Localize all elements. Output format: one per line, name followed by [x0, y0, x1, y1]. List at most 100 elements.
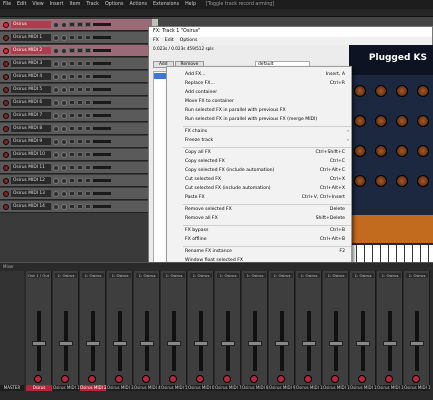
mixer-strip[interactable]: 1: Osirus Osirus MIDI 4: [134, 271, 160, 391]
pan-knob[interactable]: [61, 47, 67, 54]
solo-button[interactable]: [85, 87, 91, 92]
solo-button[interactable]: [85, 113, 91, 118]
track-row[interactable]: Osirus MIDI 11: [0, 162, 152, 174]
context-menu-item[interactable]: Cut selected FX (include automation) Ctrl…: [167, 185, 353, 193]
record-arm-button[interactable]: [223, 375, 231, 383]
strip-label[interactable]: Osirus MIDI 11: [323, 385, 349, 391]
context-menu-item[interactable]: Copy selected FX Ctrl+C: [167, 158, 353, 166]
synth-knob[interactable]: [374, 85, 387, 97]
context-menu-item[interactable]: Remove all FX Shift+Delete: [167, 215, 353, 223]
fx-button[interactable]: [69, 87, 75, 92]
fader-handle[interactable]: [410, 341, 424, 346]
context-menu-item[interactable]: Freeze track ›: [167, 137, 353, 145]
record-arm-button[interactable]: [412, 375, 420, 383]
mixer-strip[interactable]: 1: Osirus Osirus MIDI 8: [242, 271, 268, 391]
track-row[interactable]: Osirus MIDI 7: [0, 110, 152, 122]
synth-plugin-gui[interactable]: Plugged KS: [349, 45, 433, 284]
track-row[interactable]: Osirus MIDI 13: [0, 188, 152, 200]
context-menu-item[interactable]: FX offline Ctrl+Alt+B: [167, 236, 353, 244]
menu-item-insert[interactable]: Insert: [50, 2, 64, 7]
pan-knob[interactable]: [61, 73, 67, 80]
mixer-strip[interactable]: 1: Osirus Osirus MIDI 3: [107, 271, 133, 391]
volume-knob[interactable]: [53, 177, 59, 184]
fx-button[interactable]: [69, 74, 75, 79]
record-arm-button[interactable]: [3, 125, 9, 132]
synth-knob[interactable]: [395, 115, 408, 127]
strip-label[interactable]: Osirus MIDI 3: [107, 385, 133, 391]
solo-button[interactable]: [85, 48, 91, 53]
strip-routing[interactable]: 1: Osirus: [379, 273, 401, 278]
pan-knob[interactable]: [61, 138, 67, 145]
fader-handle[interactable]: [275, 341, 289, 346]
record-arm-button[interactable]: [3, 190, 9, 197]
strip-routing[interactable]: 1: Osirus: [352, 273, 374, 278]
record-arm-button[interactable]: [3, 203, 9, 210]
context-menu-item[interactable]: Cut selected FX Ctrl+X: [167, 176, 353, 184]
strip-label[interactable]: Osirus MIDI 9: [269, 385, 295, 391]
mute-button[interactable]: [77, 113, 83, 118]
track-row[interactable]: Osirus MIDI 14: [0, 201, 152, 213]
menu-item-edit[interactable]: Edit: [17, 2, 26, 7]
mute-button[interactable]: [77, 100, 83, 105]
record-arm-button[interactable]: [3, 112, 9, 119]
mixer-strip[interactable]: Out 1 / Out 2 Osirus: [26, 271, 52, 391]
record-arm-button[interactable]: [3, 151, 9, 158]
track-row[interactable]: Osirus MIDI 9: [0, 136, 152, 148]
strip-label[interactable]: Osirus MIDI 14: [404, 385, 430, 391]
strip-label[interactable]: Osirus MIDI 8: [242, 385, 268, 391]
menu-item-file[interactable]: File: [3, 2, 11, 7]
track-row[interactable]: Osirus MIDI 10: [0, 149, 152, 161]
mixer-strip[interactable]: 1: Osirus Osirus MIDI 14: [404, 271, 430, 391]
mute-button[interactable]: [77, 74, 83, 79]
record-arm-button[interactable]: [3, 177, 9, 184]
record-arm-button[interactable]: [250, 375, 258, 383]
mute-button[interactable]: [77, 204, 83, 209]
volume-knob[interactable]: [53, 99, 59, 106]
strip-label[interactable]: Osirus MIDI 12: [350, 385, 376, 391]
record-arm-button[interactable]: [61, 375, 69, 383]
fx-button[interactable]: [69, 100, 75, 105]
track-name[interactable]: Osirus MIDI 5: [11, 86, 51, 93]
strip-routing[interactable]: 1: Osirus: [325, 273, 347, 278]
track-name[interactable]: Osirus MIDI 8: [11, 125, 51, 132]
solo-button[interactable]: [85, 100, 91, 105]
synth-knob[interactable]: [353, 115, 366, 127]
fader-handle[interactable]: [113, 341, 127, 346]
synth-knob[interactable]: [374, 175, 387, 187]
record-arm-button[interactable]: [3, 21, 9, 28]
mixer-tab[interactable]: Mixer: [0, 263, 60, 270]
track-row[interactable]: Osirus MIDI 2: [0, 45, 152, 57]
record-arm-button[interactable]: [115, 375, 123, 383]
synth-knob[interactable]: [416, 175, 429, 187]
track-name[interactable]: Osirus MIDI 9: [11, 138, 51, 145]
fx-button[interactable]: [69, 126, 75, 131]
fx-menu-options[interactable]: Options: [180, 37, 198, 45]
solo-button[interactable]: [85, 204, 91, 209]
master-strip[interactable]: MASTER: [0, 271, 24, 391]
record-arm-button[interactable]: [358, 375, 366, 383]
fader-handle[interactable]: [32, 341, 46, 346]
mixer-strip[interactable]: 1: Osirus Osirus MIDI 9: [269, 271, 295, 391]
record-arm-button[interactable]: [3, 34, 9, 41]
context-menu-item[interactable]: Run selected FX in parallel with previou…: [167, 116, 353, 124]
context-menu-item[interactable]: Rename FX instance F2: [167, 248, 353, 256]
pan-knob[interactable]: [61, 112, 67, 119]
mixer-strip[interactable]: 1: Osirus Osirus MIDI 10: [296, 271, 322, 391]
context-menu-item[interactable]: Run selected FX in parallel with previou…: [167, 107, 353, 115]
synth-knob[interactable]: [374, 115, 387, 127]
fader-handle[interactable]: [167, 341, 181, 346]
mute-button[interactable]: [77, 22, 83, 27]
solo-button[interactable]: [85, 191, 91, 196]
strip-routing[interactable]: 1: Osirus: [190, 273, 212, 278]
mute-button[interactable]: [77, 61, 83, 66]
strip-routing[interactable]: Out 1 / Out 2: [28, 273, 50, 278]
solo-button[interactable]: [85, 126, 91, 131]
record-arm-button[interactable]: [3, 47, 9, 54]
volume-knob[interactable]: [53, 60, 59, 67]
mute-button[interactable]: [77, 35, 83, 40]
track-name[interactable]: Osirus MIDI 2: [11, 47, 51, 54]
pan-knob[interactable]: [61, 190, 67, 197]
record-arm-button[interactable]: [304, 375, 312, 383]
fx-menu-edit[interactable]: Edit: [165, 37, 174, 45]
track-name[interactable]: Osirus MIDI 10: [11, 151, 51, 158]
